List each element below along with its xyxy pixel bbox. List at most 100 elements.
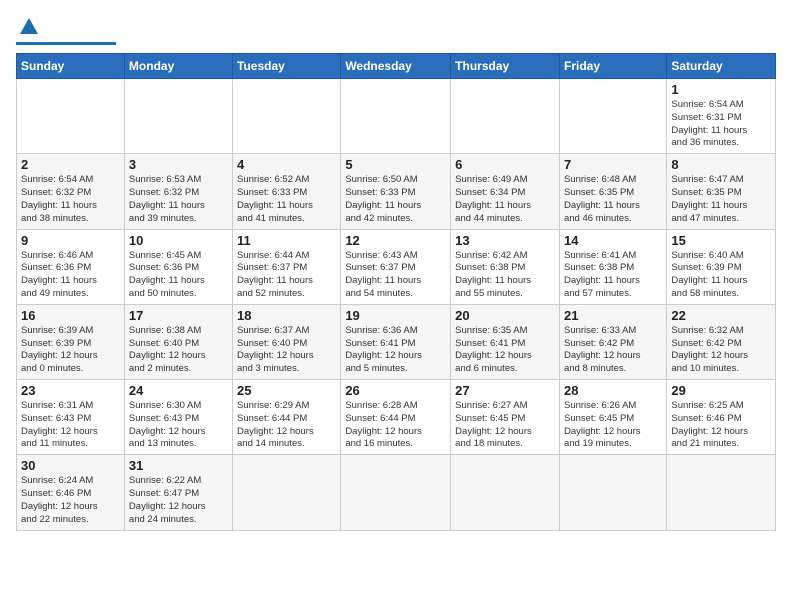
day-info: Sunrise: 6:35 AM Sunset: 6:41 PM Dayligh… xyxy=(455,325,555,376)
logo-underline xyxy=(16,42,116,45)
calendar-page: SundayMondayTuesdayWednesdayThursdayFrid… xyxy=(0,0,792,612)
weekday-header-wednesday: Wednesday xyxy=(341,54,451,79)
day-info: Sunrise: 6:39 AM Sunset: 6:39 PM Dayligh… xyxy=(21,325,120,376)
day-number: 7 xyxy=(564,157,662,172)
calendar-empty-cell xyxy=(124,79,232,154)
calendar-week-row: 1Sunrise: 6:54 AM Sunset: 6:31 PM Daylig… xyxy=(17,79,776,154)
day-number: 15 xyxy=(671,233,771,248)
calendar-day-6: 6 Sunrise: 6:49 AM Sunset: 6:34 PM Daylig… xyxy=(451,154,560,229)
day-info: Sunrise: 6:53 AM Sunset: 6:32 PM Dayligh… xyxy=(129,174,228,225)
day-number: 17 xyxy=(129,308,228,323)
day-number: 26 xyxy=(345,383,446,398)
calendar-day-20: 20Sunrise: 6:35 AM Sunset: 6:41 PM Dayli… xyxy=(451,304,560,379)
calendar-day-19: 19 Sunrise: 6:36 AM Sunset: 6:41 PM Dayli… xyxy=(341,304,451,379)
day-info: Sunrise: 6:28 AM Sunset: 6:44 PM Dayligh… xyxy=(345,400,446,451)
calendar-day-13: 13 Sunrise: 6:42 AM Sunset: 6:38 PM Dayli… xyxy=(451,229,560,304)
calendar-day-12: 12Sunrise: 6:43 AM Sunset: 6:37 PM Dayli… xyxy=(341,229,451,304)
day-info: Sunrise: 6:22 AM Sunset: 6:47 PM Dayligh… xyxy=(129,475,228,526)
day-info: Sunrise: 6:26 AM Sunset: 6:45 PM Dayligh… xyxy=(564,400,662,451)
day-number: 14 xyxy=(564,233,662,248)
weekday-header-sunday: Sunday xyxy=(17,54,125,79)
day-number: 8 xyxy=(671,157,771,172)
calendar-day-3: 3 Sunrise: 6:53 AM Sunset: 6:32 PM Daylig… xyxy=(124,154,232,229)
calendar-day-18: 18Sunrise: 6:37 AM Sunset: 6:40 PM Dayli… xyxy=(233,304,341,379)
calendar-day-2: 2 Sunrise: 6:54 AM Sunset: 6:32 PM Daylig… xyxy=(17,154,125,229)
header xyxy=(16,16,776,45)
calendar-empty-cell xyxy=(451,79,560,154)
day-info: Sunrise: 6:48 AM Sunset: 6:35 PM Dayligh… xyxy=(564,174,662,225)
day-number: 22 xyxy=(671,308,771,323)
calendar-day-4: 4Sunrise: 6:52 AM Sunset: 6:33 PM Daylig… xyxy=(233,154,341,229)
calendar-day-25: 25 Sunrise: 6:29 AM Sunset: 6:44 PM Dayli… xyxy=(233,380,341,455)
logo xyxy=(16,16,116,45)
calendar-week-row: 23Sunrise: 6:31 AM Sunset: 6:43 PM Dayli… xyxy=(17,380,776,455)
day-number: 5 xyxy=(345,157,446,172)
day-info: Sunrise: 6:49 AM Sunset: 6:34 PM Dayligh… xyxy=(455,174,555,225)
day-number: 2 xyxy=(21,157,120,172)
calendar-day-14: 14Sunrise: 6:41 AM Sunset: 6:38 PM Dayli… xyxy=(559,229,666,304)
weekday-header-tuesday: Tuesday xyxy=(233,54,341,79)
day-number: 3 xyxy=(129,157,228,172)
calendar-day-21: 21 Sunrise: 6:33 AM Sunset: 6:42 PM Dayli… xyxy=(559,304,666,379)
day-number: 31 xyxy=(129,458,228,473)
day-info: Sunrise: 6:47 AM Sunset: 6:35 PM Dayligh… xyxy=(671,174,771,225)
day-number: 19 xyxy=(345,308,446,323)
calendar-week-row: 9Sunrise: 6:46 AM Sunset: 6:36 PM Daylig… xyxy=(17,229,776,304)
day-number: 13 xyxy=(455,233,555,248)
calendar-day-29: 29Sunrise: 6:25 AM Sunset: 6:46 PM Dayli… xyxy=(667,380,776,455)
day-number: 30 xyxy=(21,458,120,473)
calendar-day-7: 7 Sunrise: 6:48 AM Sunset: 6:35 PM Daylig… xyxy=(559,154,666,229)
calendar-day-30: 30 Sunrise: 6:24 AM Sunset: 6:46 PM Dayli… xyxy=(17,455,125,530)
calendar-day-1: 1Sunrise: 6:54 AM Sunset: 6:31 PM Daylig… xyxy=(667,79,776,154)
calendar-day-9: 9Sunrise: 6:46 AM Sunset: 6:36 PM Daylig… xyxy=(17,229,125,304)
calendar-day-10: 10 Sunrise: 6:45 AM Sunset: 6:36 PM Dayli… xyxy=(124,229,232,304)
day-info: Sunrise: 6:38 AM Sunset: 6:40 PM Dayligh… xyxy=(129,325,228,376)
calendar-table: SundayMondayTuesdayWednesdayThursdayFrid… xyxy=(16,53,776,531)
calendar-day-16: 16Sunrise: 6:39 AM Sunset: 6:39 PM Dayli… xyxy=(17,304,125,379)
day-number: 1 xyxy=(671,82,771,97)
day-number: 27 xyxy=(455,383,555,398)
weekday-header-saturday: Saturday xyxy=(667,54,776,79)
day-number: 28 xyxy=(564,383,662,398)
day-info: Sunrise: 6:33 AM Sunset: 6:42 PM Dayligh… xyxy=(564,325,662,376)
weekday-header-row: SundayMondayTuesdayWednesdayThursdayFrid… xyxy=(17,54,776,79)
day-info: Sunrise: 6:29 AM Sunset: 6:44 PM Dayligh… xyxy=(237,400,336,451)
day-info: Sunrise: 6:45 AM Sunset: 6:36 PM Dayligh… xyxy=(129,250,228,301)
weekday-header-monday: Monday xyxy=(124,54,232,79)
calendar-day-8: 8 Sunrise: 6:47 AM Sunset: 6:35 PM Daylig… xyxy=(667,154,776,229)
day-number: 18 xyxy=(237,308,336,323)
day-number: 21 xyxy=(564,308,662,323)
calendar-day-5: 5 Sunrise: 6:50 AM Sunset: 6:33 PM Daylig… xyxy=(341,154,451,229)
weekday-header-friday: Friday xyxy=(559,54,666,79)
calendar-empty-cell xyxy=(17,79,125,154)
day-info: Sunrise: 6:43 AM Sunset: 6:37 PM Dayligh… xyxy=(345,250,446,301)
day-info: Sunrise: 6:24 AM Sunset: 6:46 PM Dayligh… xyxy=(21,475,120,526)
day-info: Sunrise: 6:42 AM Sunset: 6:38 PM Dayligh… xyxy=(455,250,555,301)
day-number: 23 xyxy=(21,383,120,398)
day-number: 6 xyxy=(455,157,555,172)
calendar-week-row: 16Sunrise: 6:39 AM Sunset: 6:39 PM Dayli… xyxy=(17,304,776,379)
logo-icon xyxy=(18,16,40,38)
day-info: Sunrise: 6:40 AM Sunset: 6:39 PM Dayligh… xyxy=(671,250,771,301)
calendar-empty-cell xyxy=(233,455,341,530)
calendar-week-row: 30 Sunrise: 6:24 AM Sunset: 6:46 PM Dayli… xyxy=(17,455,776,530)
calendar-day-11: 11Sunrise: 6:44 AM Sunset: 6:37 PM Dayli… xyxy=(233,229,341,304)
calendar-week-row: 2 Sunrise: 6:54 AM Sunset: 6:32 PM Daylig… xyxy=(17,154,776,229)
calendar-empty-cell xyxy=(559,455,666,530)
day-info: Sunrise: 6:32 AM Sunset: 6:42 PM Dayligh… xyxy=(671,325,771,376)
day-number: 10 xyxy=(129,233,228,248)
day-info: Sunrise: 6:50 AM Sunset: 6:33 PM Dayligh… xyxy=(345,174,446,225)
calendar-empty-cell xyxy=(451,455,560,530)
day-number: 25 xyxy=(237,383,336,398)
calendar-empty-cell xyxy=(341,79,451,154)
calendar-empty-cell xyxy=(667,455,776,530)
day-number: 11 xyxy=(237,233,336,248)
calendar-empty-cell xyxy=(341,455,451,530)
day-number: 4 xyxy=(237,157,336,172)
calendar-day-15: 15 Sunrise: 6:40 AM Sunset: 6:39 PM Dayli… xyxy=(667,229,776,304)
day-number: 9 xyxy=(21,233,120,248)
calendar-empty-cell xyxy=(233,79,341,154)
day-info: Sunrise: 6:36 AM Sunset: 6:41 PM Dayligh… xyxy=(345,325,446,376)
day-info: Sunrise: 6:54 AM Sunset: 6:32 PM Dayligh… xyxy=(21,174,120,225)
calendar-day-23: 23Sunrise: 6:31 AM Sunset: 6:43 PM Dayli… xyxy=(17,380,125,455)
